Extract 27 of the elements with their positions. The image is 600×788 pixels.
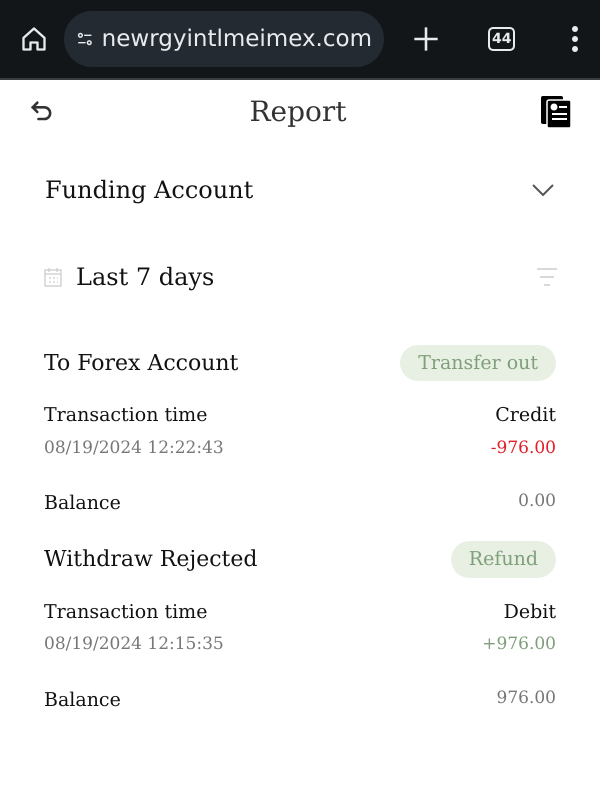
url-text: newrgyintlmeimex.com <box>102 24 372 54</box>
balance-label: Balance <box>44 491 121 516</box>
time-label: Transaction time <box>44 403 208 428</box>
transaction-title: To Forex Account <box>44 350 238 378</box>
home-icon[interactable] <box>20 25 48 53</box>
page-title: Report <box>249 94 347 130</box>
chevron-down-icon[interactable] <box>531 183 555 197</box>
type-label: Debit <box>504 600 556 624</box>
amount: -976.00 <box>490 436 556 460</box>
balance-label: Balance <box>44 688 121 712</box>
balance-value: 0.00 <box>518 490 556 513</box>
transaction-tag: Transfer out <box>400 344 556 382</box>
balance-value: 976.00 <box>496 686 556 710</box>
tab-count[interactable]: 44 <box>488 27 516 51</box>
report-icon[interactable] <box>540 95 572 129</box>
address-bar[interactable]: newrgyintlmeimex.com <box>64 11 384 67</box>
account-selector-label[interactable]: Funding Account <box>45 172 254 208</box>
more-icon[interactable] <box>570 25 580 53</box>
amount: +976.00 <box>482 633 556 656</box>
time-label: Transaction time <box>44 600 208 624</box>
transaction-tag: Refund <box>450 541 556 578</box>
transaction-time: 08/19/2024 12:15:35 <box>44 633 224 656</box>
plus-icon[interactable] <box>412 25 440 53</box>
transaction-title: Withdraw Rejected <box>44 546 258 574</box>
type-label: Credit <box>495 403 556 428</box>
transaction-time: 08/19/2024 12:22:43 <box>44 436 224 460</box>
date-range-label[interactable]: Last 7 days <box>76 259 214 295</box>
